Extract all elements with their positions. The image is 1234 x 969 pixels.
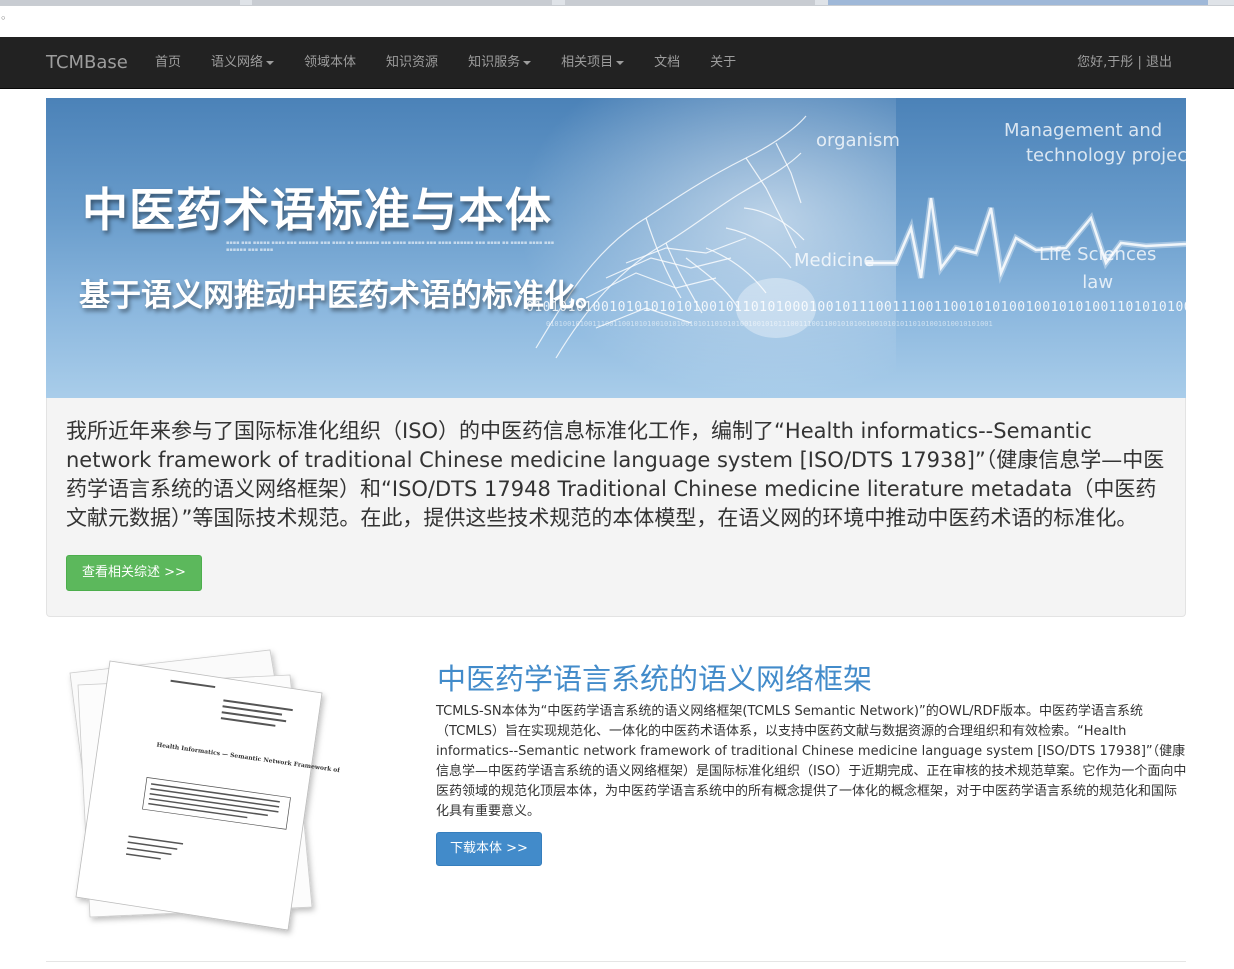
user-separator: | (1137, 55, 1142, 70)
dropdown-caret-icon (616, 60, 625, 65)
nav-item-label: 首页 (155, 55, 182, 70)
nav-item-knowledge-resources[interactable]: 知识资源 (371, 37, 453, 88)
dropdown-caret-icon (266, 60, 275, 65)
nav-item-label: 知识服务 (468, 55, 521, 70)
nav-item-home[interactable]: 首页 (140, 37, 196, 88)
nav-item-related-projects[interactable]: 相关项目 (546, 37, 639, 88)
browser-strip: ◦ (0, 0, 1234, 38)
banner-word-management-line1: Management and (1004, 120, 1163, 141)
user-greeting[interactable]: 您好,于彤 (1077, 55, 1133, 70)
download-ontology-button[interactable]: 下载本体 >> (436, 832, 542, 866)
user-area: 您好,于彤 | 退出 (1077, 37, 1172, 88)
navbar: TCMBase 首页 语义网络 领域本体 知识资源 知识服务 相关项目 文档 关… (0, 37, 1234, 89)
feature-heading: 中医药学语言系统的语义网络框架 (437, 662, 873, 696)
nav-item-label: 关于 (710, 55, 737, 70)
nav-item-label: 领域本体 (304, 55, 357, 70)
nav-item-about[interactable]: 关于 (695, 37, 751, 88)
browser-page-icon: ◦ (0, 12, 7, 25)
nav-item-label: 相关项目 (561, 55, 614, 70)
banner-word-life-line2: law (1082, 272, 1114, 293)
navbar-menu: 首页 语义网络 领域本体 知识资源 知识服务 相关项目 文档 关于 (140, 37, 751, 88)
nav-item-label: 语义网络 (211, 55, 264, 70)
feature-text: TCMLS-SN本体为“中医药学语言系统的语义网络框架(TCMLS Semant… (436, 704, 1187, 819)
navbar-brand[interactable]: TCMBase (46, 37, 128, 88)
section-divider (46, 961, 1186, 962)
banner-word-management-line2: technology projects (1026, 145, 1186, 166)
banner-decorative-text: ▪▪▪▪ ▪▪▪ ▪▪▪▪▪ ▪▪▪▪ ▪▪▪ ▪▪▪▪▪▪ ▪▪▪ ▪▪▪▪ … (226, 240, 555, 253)
nav-item-label: 知识资源 (386, 55, 439, 70)
logout-link[interactable]: 退出 (1146, 55, 1172, 70)
banner-binary-small-text: 0101001010011100110010101001010100101011… (546, 320, 993, 328)
banner-word-life-sciences: Life Sciences law (1039, 241, 1156, 297)
banner-word-organism: organism (816, 130, 900, 151)
dropdown-caret-icon (523, 60, 532, 65)
nav-item-label: 文档 (654, 55, 681, 70)
document-stack-image: Health Informatics — Semantic Network Fr… (69, 649, 340, 931)
intro-text: 我所近年来参与了国际标准化组织（ISO）的中医药信息标准化工作，编制了“Heal… (66, 419, 1165, 530)
banner-binary-text: 0101010100101010101010010110101000100101… (526, 300, 1186, 315)
nav-item-domain-ontology[interactable]: 领域本体 (289, 37, 371, 88)
view-review-button[interactable]: 查看相关综述 >> (66, 555, 202, 591)
banner-word-medicine: Medicine (794, 250, 875, 271)
banner-word-management: Management and technology projects (1004, 118, 1186, 168)
nav-item-knowledge-services[interactable]: 知识服务 (453, 37, 546, 88)
banner-word-life-line1: Life Sciences (1039, 244, 1157, 265)
banner-title: 中医药术语标准与本体 (82, 183, 552, 237)
nav-item-semantic-network[interactable]: 语义网络 (196, 37, 289, 88)
hero-banner: ▪▪▪▪ ▪▪▪ ▪▪▪▪▪ ▪▪▪▪ ▪▪▪ ▪▪▪▪▪▪ ▪▪▪ ▪▪▪▪ … (46, 98, 1186, 398)
nav-item-documents[interactable]: 文档 (639, 37, 695, 88)
browser-tabline (0, 0, 1234, 6)
intro-jumbotron: 我所近年来参与了国际标准化组织（ISO）的中医药信息标准化工作，编制了“Heal… (46, 398, 1186, 617)
